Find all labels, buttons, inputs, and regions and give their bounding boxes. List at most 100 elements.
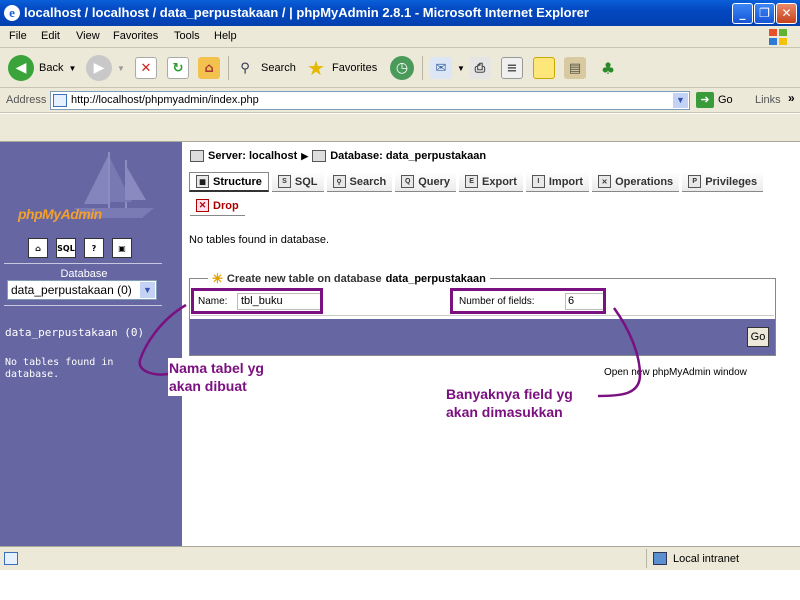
discuss-button[interactable] <box>533 54 555 82</box>
database-select[interactable]: data_perpustakaan (0) ▼ <box>7 280 157 300</box>
left-divider <box>4 305 162 306</box>
go-button[interactable]: ➜ Go <box>696 92 733 108</box>
tab-sql[interactable]: S SQL <box>271 172 324 192</box>
fields-annotation-line2: akan dimasukkan <box>446 404 563 420</box>
mail-icon: ✉ <box>430 57 452 79</box>
mail-button[interactable]: ✉ ▼ <box>430 54 465 82</box>
create-table-go-button[interactable]: Go <box>747 327 769 347</box>
tab-query[interactable]: Q Query <box>395 172 457 192</box>
tab-sql-label: SQL <box>294 175 318 188</box>
title-bar: e localhost / localhost / data_perpustak… <box>0 0 800 26</box>
forward-button[interactable]: ▶ ▼ <box>86 54 125 82</box>
query-window-icon[interactable]: ▣ <box>112 238 132 258</box>
links-label[interactable]: Links <box>755 94 781 106</box>
create-table-legend: ✳ Create new table on database data_perp… <box>208 271 490 287</box>
tab-query-label: Query <box>418 175 451 188</box>
create-table-legend-text: Create new table on database <box>226 273 382 285</box>
structure-icon: ▦ <box>196 175 209 188</box>
tab-export-label: Export <box>482 175 517 188</box>
operations-wrench-icon: ✕ <box>598 175 612 188</box>
search-icon: ⚲ <box>332 175 346 188</box>
tab-bar: ▦ Structure S SQL ⚲ Search Q Query E Exp… <box>189 172 764 192</box>
refresh-button[interactable]: ↻ <box>167 54 189 82</box>
page-status-icon <box>4 552 18 565</box>
tab-privileges[interactable]: P Privileges <box>682 172 764 192</box>
left-icon-row: ⌂ SQL ? ▣ <box>28 238 132 258</box>
open-new-window-link[interactable]: Open new phpMyAdmin window <box>604 367 747 378</box>
fields-annotation-line1: Banyaknya field yg <box>446 386 573 402</box>
left-navigation-frame: phpMyAdmin ⌂ SQL ? ▣ Database data_perpu… <box>0 142 182 546</box>
breadcrumb-database[interactable]: Database: data_perpustakaan <box>330 150 486 162</box>
edit-button[interactable]: ≡ <box>501 54 523 82</box>
server-icon <box>190 150 204 162</box>
back-arrow-icon: ◀ <box>8 55 34 81</box>
tab-import[interactable]: I Import <box>525 172 590 192</box>
tab-operations[interactable]: ✕ Operations <box>592 172 680 192</box>
security-zone[interactable]: Local intranet <box>646 549 798 568</box>
home-icon[interactable]: ⌂ <box>28 238 48 258</box>
name-annotation-line1: Nama tabel yg <box>168 358 267 377</box>
close-button[interactable]: ✕ <box>776 3 797 24</box>
create-table-legend-db: data_perpustakaan <box>385 273 486 285</box>
phpmyadmin-logo-text[interactable]: phpMyAdmin <box>18 206 102 222</box>
page-icon <box>53 94 67 107</box>
forward-arrow-icon: ▶ <box>86 55 112 81</box>
fields-highlight-box <box>450 288 606 314</box>
database-select-dropdown-icon[interactable]: ▼ <box>140 282 155 298</box>
back-button[interactable]: ◀ Back ▼ <box>8 54 76 82</box>
print-button[interactable]: ⎙ <box>469 54 491 82</box>
minimize-button[interactable]: _ <box>732 3 753 24</box>
go-arrow-icon: ➜ <box>696 92 714 108</box>
favorites-button[interactable]: ★ Favorites <box>305 54 377 82</box>
mail-dropdown-icon[interactable]: ▼ <box>457 64 465 73</box>
desktop-area <box>0 570 800 600</box>
stop-icon: ✕ <box>135 57 157 79</box>
sql-icon: S <box>277 175 291 188</box>
left-no-tables-text: No tables found in database. <box>5 357 114 380</box>
back-label: Back <box>39 62 64 74</box>
breadcrumb-server[interactable]: Server: localhost <box>208 150 297 162</box>
query-icon: Q <box>401 175 415 188</box>
tab-structure-label: Structure <box>213 175 262 188</box>
tab-structure[interactable]: ▦ Structure <box>189 172 269 192</box>
links-chevron-icon[interactable]: » <box>788 91 795 105</box>
history-button[interactable]: ◷ <box>390 54 414 82</box>
address-url: http://localhost/phpmyadmin/index.php <box>71 94 259 106</box>
back-dropdown-icon[interactable]: ▼ <box>68 64 76 73</box>
menu-file[interactable]: File <box>9 30 27 42</box>
security-zone-label: Local intranet <box>673 552 740 565</box>
tab-search[interactable]: ⚲ Search <box>326 172 393 192</box>
forward-dropdown-icon[interactable]: ▼ <box>117 64 125 73</box>
left-divider <box>4 263 162 264</box>
intranet-zone-icon <box>653 552 667 565</box>
menu-help[interactable]: Help <box>214 30 237 42</box>
table-name-highlight-box <box>191 288 323 314</box>
menu-favorites[interactable]: Favorites <box>113 30 158 42</box>
sql-query-icon[interactable]: SQL <box>56 238 76 258</box>
export-icon: E <box>465 175 479 188</box>
address-bar: Address http://localhost/phpmyadmin/inde… <box>0 88 800 113</box>
menu-bar: File Edit View Favorites Tools Help <box>0 26 800 48</box>
tab-search-label: Search <box>349 175 387 188</box>
research-button[interactable]: ▤ <box>564 54 586 82</box>
home-button[interactable]: ⌂ <box>198 54 220 82</box>
maximize-button[interactable]: ❐ <box>754 3 775 24</box>
menu-view[interactable]: View <box>76 30 100 42</box>
tab-drop[interactable]: ✕ Drop <box>190 196 245 216</box>
tab-export[interactable]: E Export <box>459 172 523 192</box>
tab-privileges-label: Privileges <box>705 175 758 188</box>
address-input[interactable]: http://localhost/phpmyadmin/index.php ▼ <box>50 91 690 110</box>
print-icon: ⎙ <box>469 57 491 79</box>
help-icon[interactable]: ? <box>84 238 104 258</box>
database-link[interactable]: data_perpustakaan (0) <box>5 326 144 339</box>
research-icon: ▤ <box>564 57 586 79</box>
address-dropdown-icon[interactable]: ▼ <box>673 93 688 108</box>
tab-operations-label: Operations <box>615 175 674 188</box>
stop-button[interactable]: ✕ <box>135 54 157 82</box>
search-button[interactable]: ⚲ Search <box>234 54 296 82</box>
menu-edit[interactable]: Edit <box>41 30 60 42</box>
messenger-button[interactable]: ♣ <box>597 54 619 82</box>
menu-tools[interactable]: Tools <box>174 30 200 42</box>
drop-icon: ✕ <box>196 199 209 212</box>
status-bar: Local intranet <box>0 546 800 570</box>
